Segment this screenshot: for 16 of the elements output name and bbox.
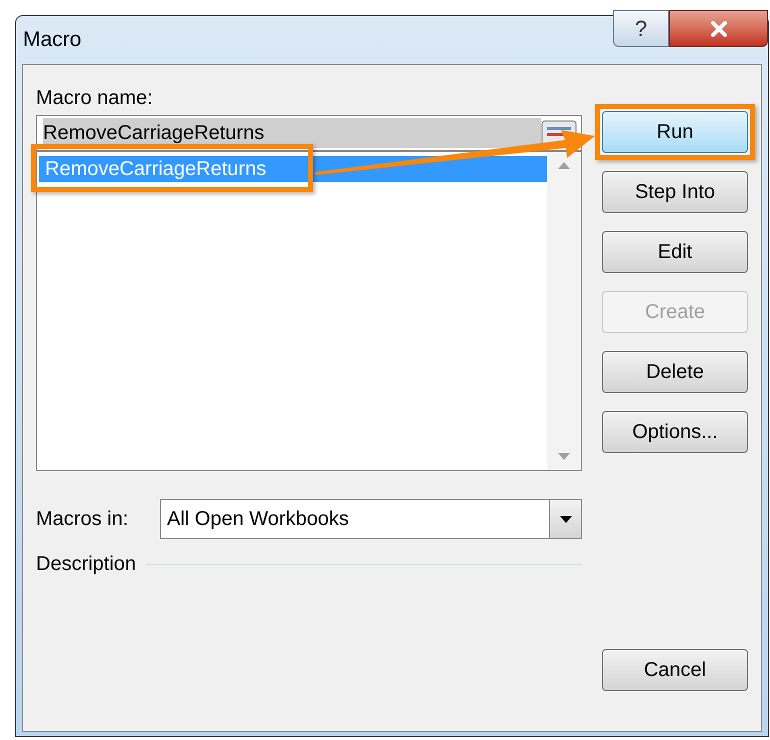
scroll-down-icon bbox=[558, 453, 570, 460]
macros-in-dropdown[interactable]: All Open Workbooks bbox=[160, 499, 582, 539]
field-label: Macro name: bbox=[36, 86, 154, 111]
macro-button[interactable]: Run bbox=[602, 111, 748, 153]
scroll-up-icon bbox=[558, 162, 570, 169]
macro-button[interactable]: Options... bbox=[602, 411, 748, 453]
macro-button[interactable]: Delete bbox=[602, 351, 748, 393]
window-title: Macro bbox=[23, 27, 82, 54]
dropdown-caret-icon bbox=[560, 516, 572, 522]
macro-button[interactable]: Step Into bbox=[602, 171, 748, 213]
section-label: Description bbox=[36, 552, 136, 577]
close-button[interactable] bbox=[669, 10, 768, 47]
cancel-button[interactable]: Cancel bbox=[602, 649, 748, 691]
field-label: Macros in: bbox=[36, 507, 130, 532]
macro-button[interactable]: Edit bbox=[602, 231, 748, 273]
help-button[interactable]: ? bbox=[613, 10, 669, 47]
